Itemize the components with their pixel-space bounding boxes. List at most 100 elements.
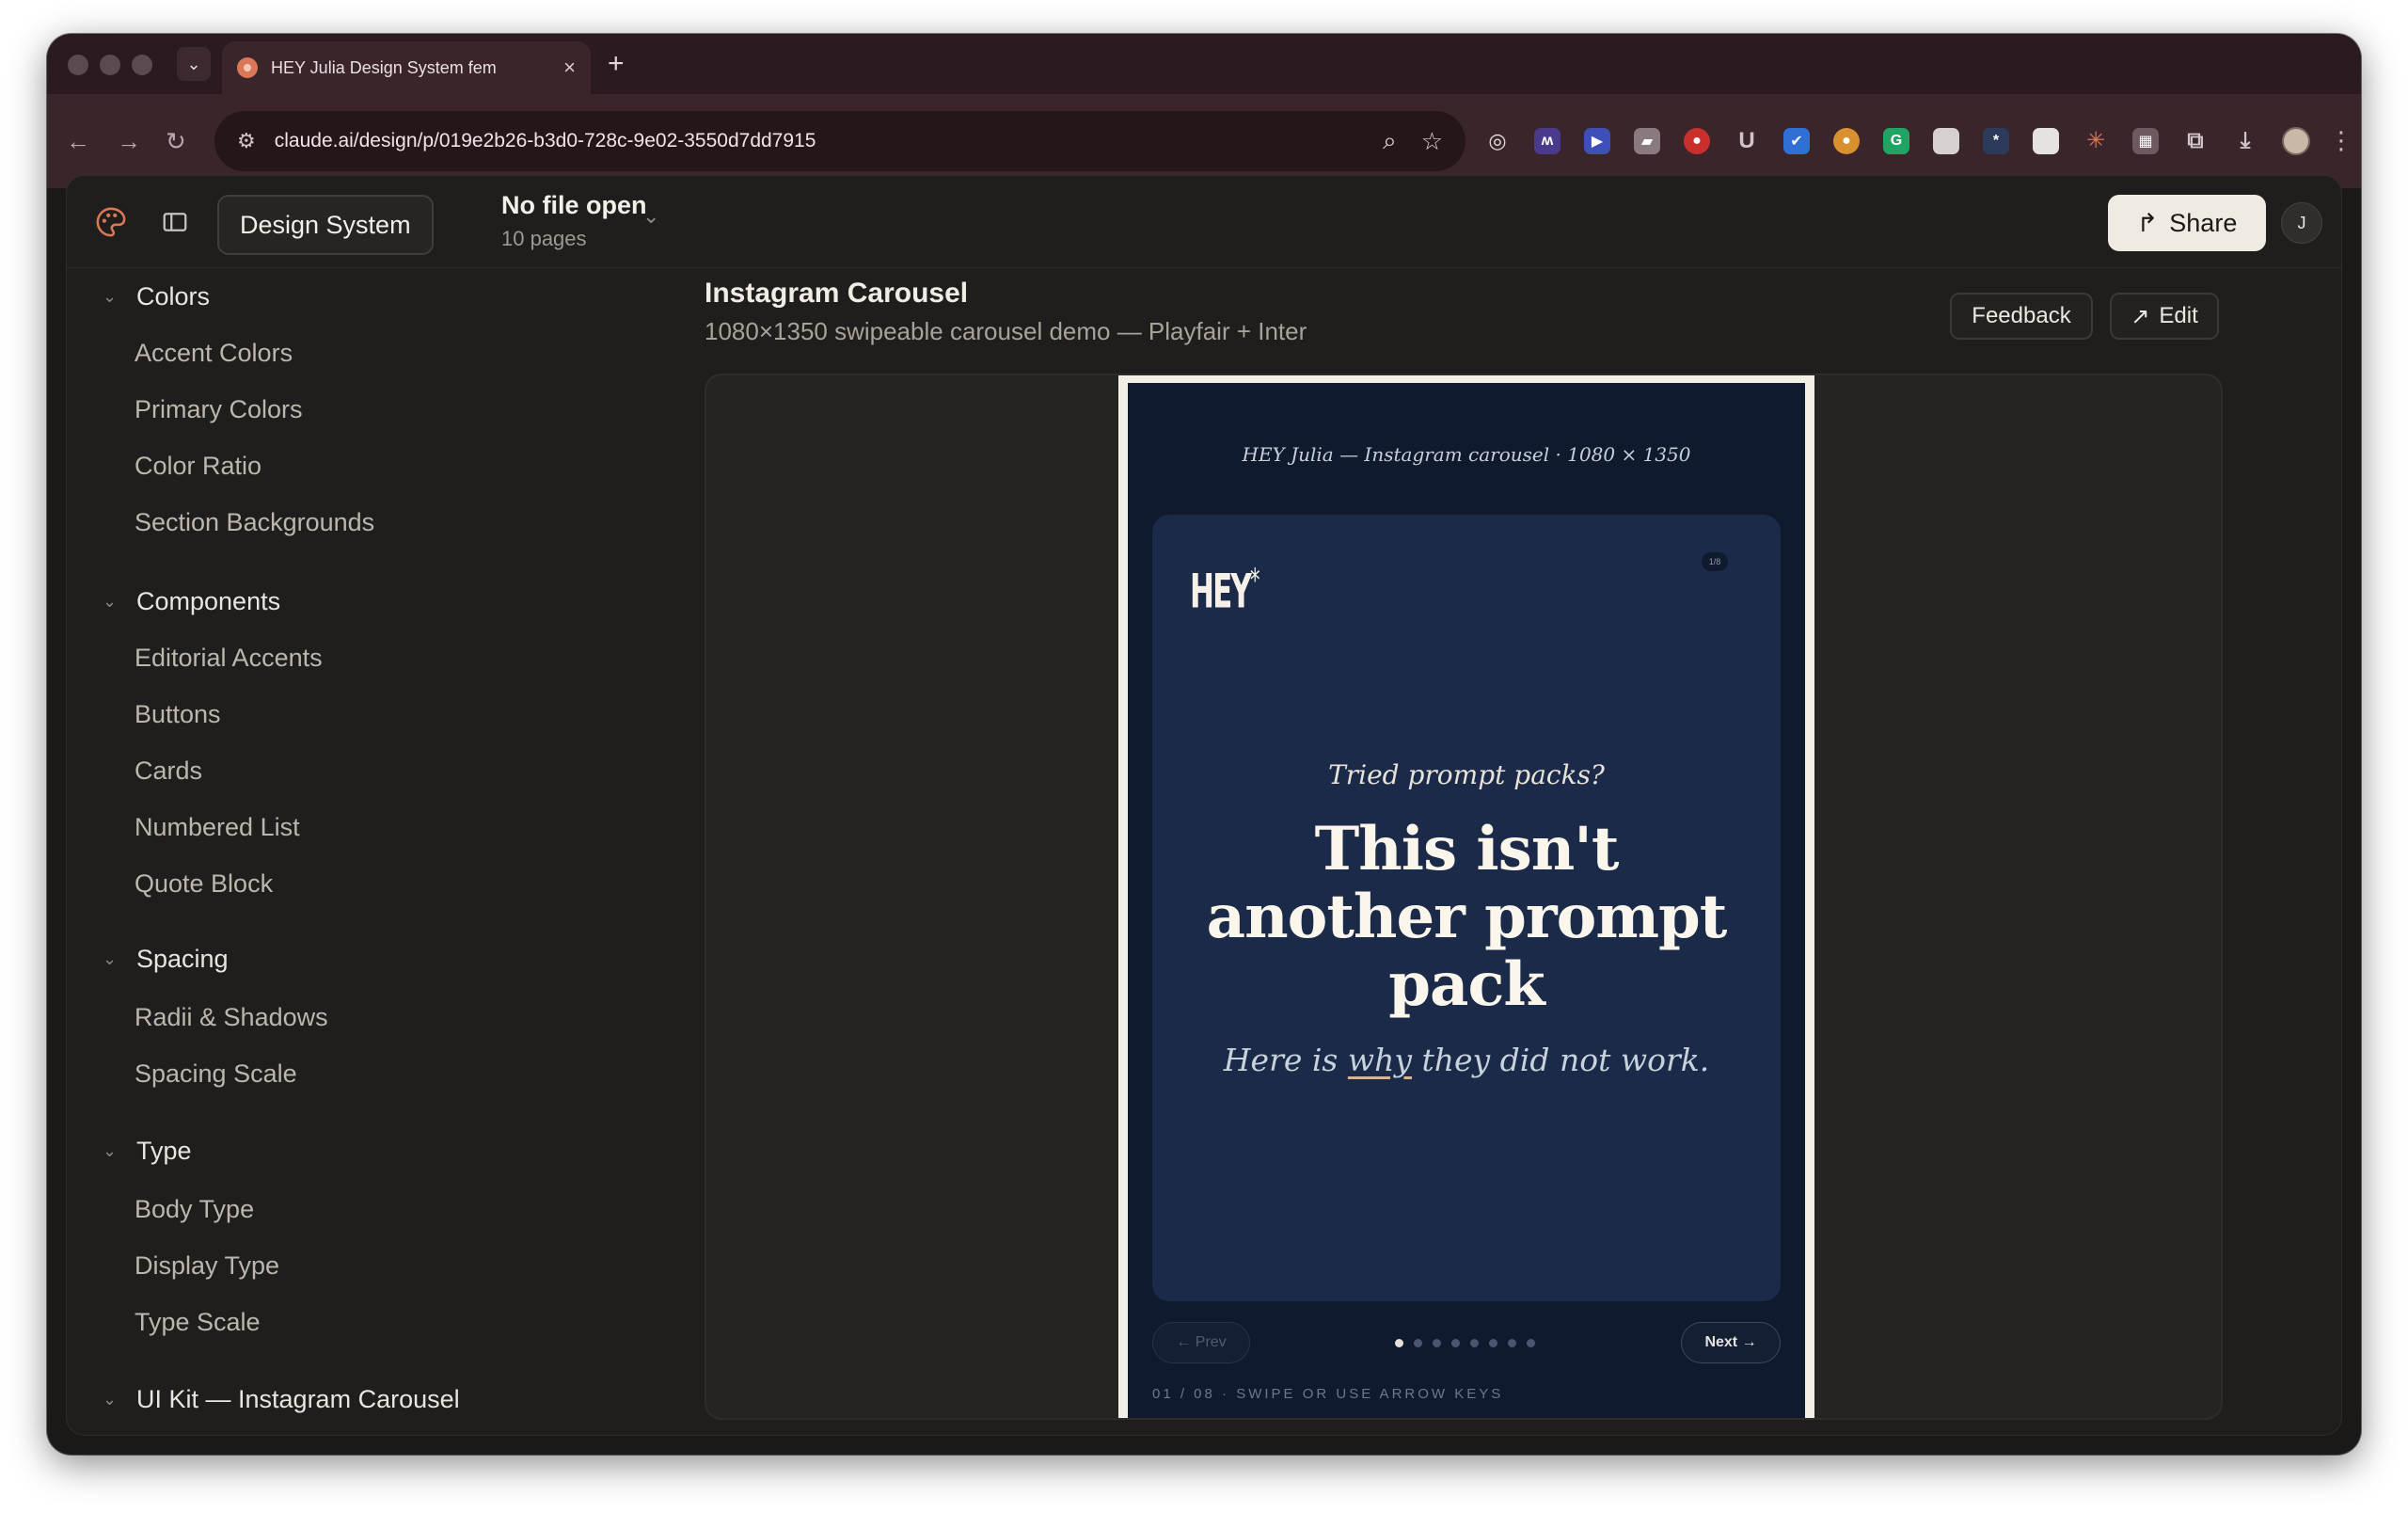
reload-icon[interactable]: ↻ [166,124,186,158]
extension-icon[interactable]: ▶ [1584,127,1610,154]
extension-icon[interactable]: ✔ [1783,127,1810,154]
pagination-dot[interactable] [1527,1339,1535,1347]
file-page-count: 10 pages [501,227,587,250]
palette-icon[interactable] [95,206,127,238]
carousel-slide[interactable]: HEY* 1/8 Tried prompt packs? This isn't … [1152,515,1781,1301]
pagination-dot[interactable] [1395,1339,1403,1347]
browser-tab[interactable]: HEY Julia Design System fem × [222,41,591,94]
sidebar-item-quote-block[interactable]: Quote Block [135,865,273,902]
chevron-down-icon[interactable]: ⌄ [642,204,659,229]
sidebar-item-spacing-scale[interactable]: Spacing Scale [135,1055,297,1092]
pagination-dot[interactable] [1433,1339,1441,1347]
favicon-icon [237,57,258,78]
carousel-preview: HEY Julia — Instagram carousel · 1080 × … [1118,375,1814,1418]
share-button[interactable]: ↱ Share [2108,195,2266,251]
file-title[interactable]: No file open [501,191,647,220]
extension-icon[interactable]: ▰ [1634,127,1660,154]
section-title: Components [136,586,281,615]
forward-icon[interactable]: → [117,124,141,158]
sidebar-item-primary-colors[interactable]: Primary Colors [135,390,303,428]
sidebar-section-spacing[interactable]: ⌄ Spacing [103,940,229,978]
page-title: Instagram Carousel [705,278,969,309]
tab-title: HEY Julia Design System fem [271,57,497,77]
sidebar-toggle-icon[interactable] [161,208,189,236]
bookmark-star-icon[interactable]: ☆ [1421,127,1443,156]
address-bar[interactable]: ⚙ claude.ai/design/p/019e2b26-b3d0-728c-… [214,111,1465,171]
back-icon[interactable]: ← [66,124,90,158]
extension-icon[interactable]: ● [1684,127,1710,154]
tab-bar: ⌄ HEY Julia Design System fem × + [47,34,2361,94]
edit-label: Edit [2159,303,2198,328]
url-text[interactable]: claude.ai/design/p/019e2b26-b3d0-728c-9e… [275,130,1358,152]
preview-canvas[interactable]: HEY Julia — Instagram carousel · 1080 × … [705,374,2223,1420]
sidebar: ⌄ Colors Accent Colors Primary Colors Co… [67,268,650,1435]
download-icon[interactable]: ⤓ [2232,128,2258,154]
section-title: UI Kit — Instagram Carousel [136,1384,460,1413]
site-info-icon[interactable]: ⚙ [237,129,256,153]
page-subtitle: 1080×1350 swipeable carousel demo — Play… [705,317,1307,345]
slide-tagline: Here is why they did not work. [1152,1042,1781,1078]
sidebar-item-editorial-accents[interactable]: Editorial Accents [135,639,323,677]
feedback-button[interactable]: Feedback [1950,293,2093,340]
extension-icon[interactable] [1933,127,1959,154]
next-button[interactable]: Next → [1681,1322,1781,1363]
extension-icon[interactable]: * [1983,127,2009,154]
hey-logo: HEY* [1190,562,1260,619]
maximize-window-button[interactable] [132,55,152,75]
extension-icon[interactable]: ▦ [2132,127,2159,154]
tagline-text: they did not work. [1412,1042,1710,1078]
prev-button[interactable]: ← Prev [1152,1322,1250,1363]
new-tab-button[interactable]: + [608,45,625,83]
user-avatar[interactable]: J [2281,202,2322,244]
preview-caption: HEY Julia — Instagram carousel · 1080 × … [1242,443,1691,466]
claude-extension-icon[interactable]: ✳ [2083,128,2109,154]
pagination-dot[interactable] [1451,1339,1460,1347]
close-tab-icon[interactable]: × [563,56,576,80]
sidebar-item-numbered-list[interactable]: Numbered List [135,808,300,846]
sidebar-item-buttons[interactable]: Buttons [135,695,221,733]
sidebar-item-display-type[interactable]: Display Type [135,1247,279,1284]
tagline-emphasis: why [1347,1042,1413,1078]
logo-text: HEY [1190,564,1252,619]
openai-extension-icon[interactable]: ◎ [1484,128,1511,154]
tab-search-button[interactable]: ⌄ [177,47,211,81]
extension-icon[interactable] [2033,127,2059,154]
sidebar-item-type-scale[interactable]: Type Scale [135,1303,261,1341]
sidebar-item-accent-colors[interactable]: Accent Colors [135,334,293,372]
extensions-row: ◎ ʍ ▶ ▰ ● U ✔ ● G * ✳ ▦ ⧉ ⤓ ⋮ [1484,126,2353,155]
minimize-window-button[interactable] [100,55,120,75]
sidebar-item-cards[interactable]: Cards [135,752,202,789]
close-window-button[interactable] [68,55,88,75]
extensions-puzzle-icon[interactable]: ⧉ [2182,128,2209,154]
sidebar-section-type[interactable]: ⌄ Type [103,1132,192,1170]
sidebar-item-body-type[interactable]: Body Type [135,1190,254,1228]
section-title: Colors [136,281,211,311]
extension-icon[interactable]: ● [1833,127,1860,154]
zoom-icon[interactable]: ⌕ [1383,126,1397,156]
pagination-dot[interactable] [1508,1339,1516,1347]
share-arrow-icon: ↱ [2136,208,2159,237]
profile-avatar[interactable] [2282,126,2310,155]
extension-icon[interactable]: U [1734,128,1760,154]
extension-icon[interactable]: ʍ [1534,127,1560,154]
app-container: Design System No file open 10 pages ⌄ ↱ … [66,175,2342,1436]
edit-button[interactable]: ↗ Edit [2110,293,2219,340]
sidebar-item-color-ratio[interactable]: Color Ratio [135,447,261,485]
sidebar-item-radii-shadows[interactable]: Radii & Shadows [135,998,328,1036]
chevron-down-icon: ⌄ [103,1389,118,1409]
chevron-down-icon: ⌄ [103,286,118,306]
sidebar-section-ui-kit[interactable]: ⌄ UI Kit — Instagram Carousel [103,1380,460,1418]
browser-menu-icon[interactable]: ⋮ [2329,126,2353,155]
pagination-dot[interactable] [1470,1339,1479,1347]
pagination-dot[interactable] [1414,1339,1422,1347]
slide-counter: 1/8 [1702,552,1728,571]
pagination-dot[interactable] [1489,1339,1497,1347]
sidebar-section-components[interactable]: ⌄ Components [103,582,280,620]
carousel-frame: HEY Julia — Instagram carousel · 1080 × … [1128,383,1805,1418]
sidebar-section-colors[interactable]: ⌄ Colors [103,278,210,315]
chevron-down-icon: ⌄ [103,1140,118,1160]
project-button[interactable]: Design System [217,195,434,255]
browser-toolbar: ← → ↻ ⚙ claude.ai/design/p/019e2b26-b3d0… [47,94,2361,188]
sidebar-item-section-backgrounds[interactable]: Section Backgrounds [135,503,374,541]
extension-icon[interactable]: G [1883,127,1909,154]
